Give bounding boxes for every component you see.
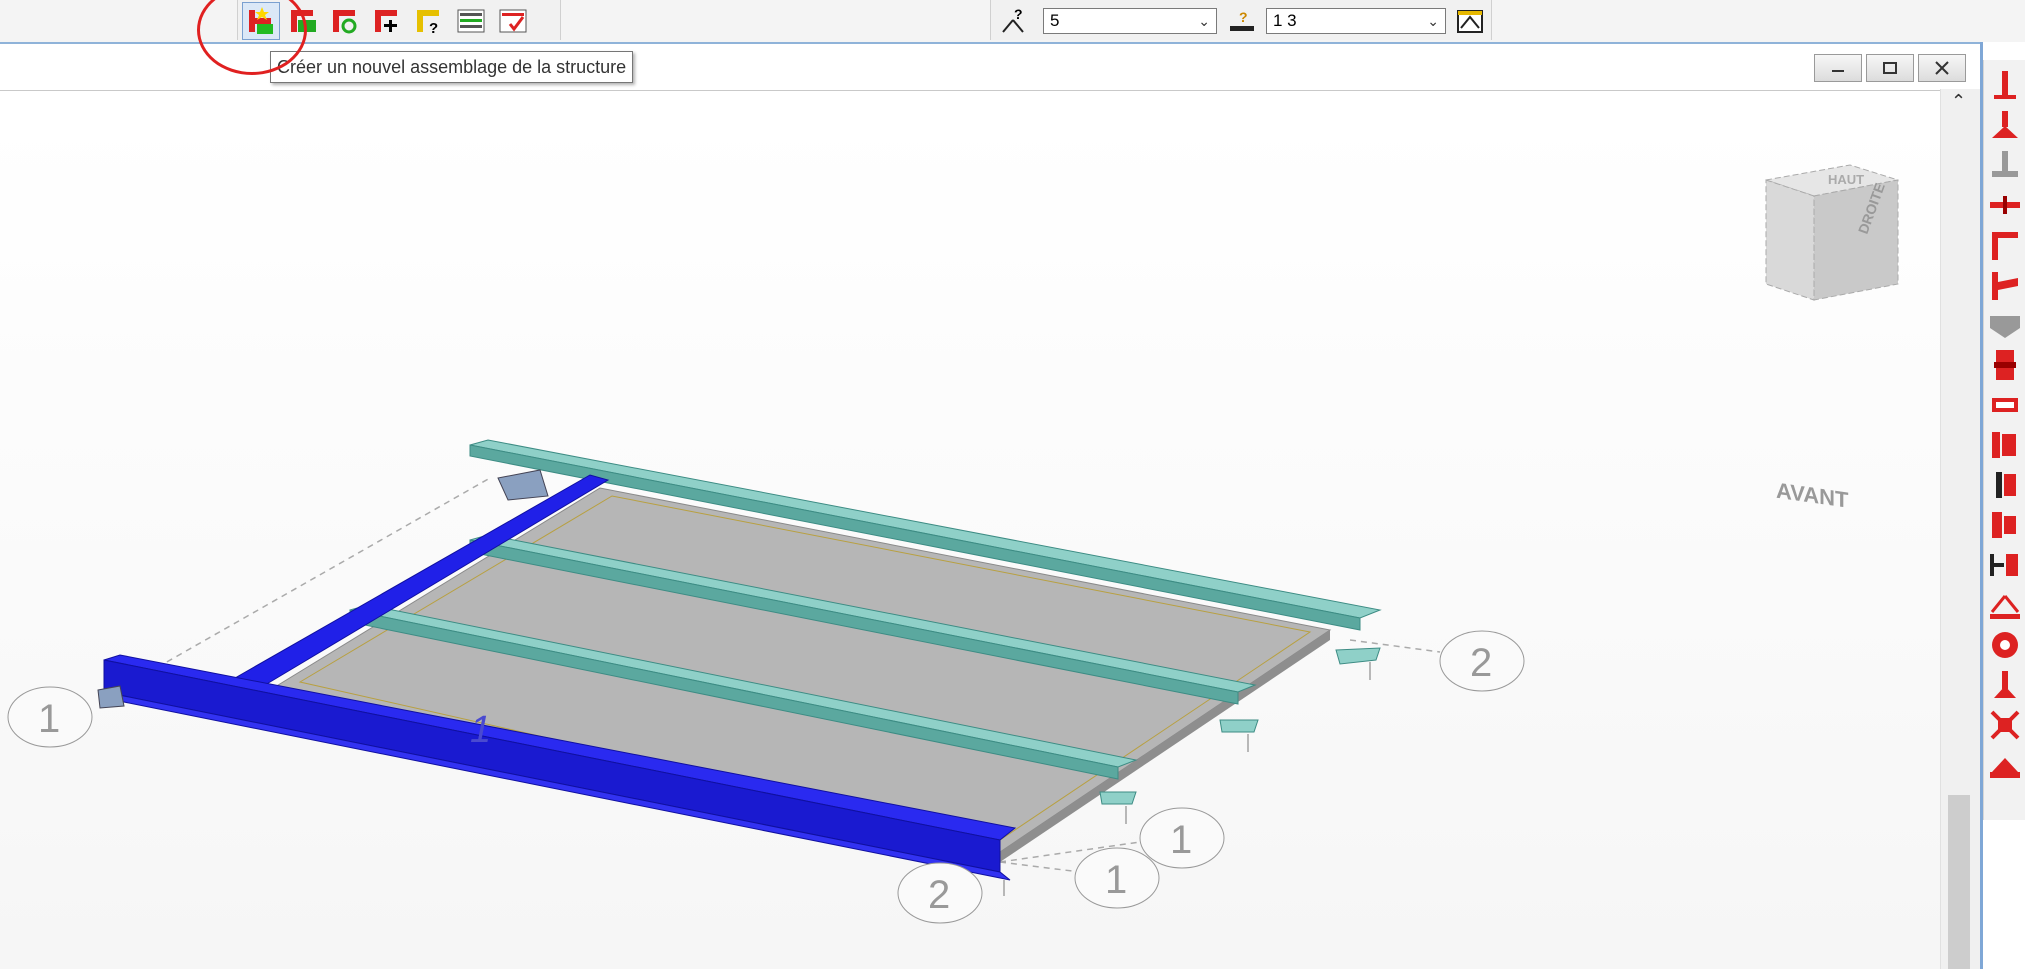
node-selection-button[interactable]: ? (995, 2, 1033, 40)
support-node[interactable] (97, 685, 125, 709)
close-icon (1935, 61, 1949, 75)
selection-toolbar: ? 5 ⌄ ? 1 3 ⌄ (990, 0, 1492, 40)
assembly-check-button[interactable] (494, 2, 532, 40)
svg-text:?: ? (1014, 6, 1023, 22)
restore-icon (1883, 62, 1897, 74)
cross-bracing-icon[interactable] (1988, 708, 2022, 742)
maximize-button[interactable] (1866, 54, 1914, 82)
assembly-query-button[interactable]: ? (410, 2, 448, 40)
pinned-base-icon[interactable] (1988, 108, 2022, 142)
support-node[interactable] (1099, 791, 1137, 805)
bracing-icon[interactable] (1988, 588, 2022, 622)
support-node[interactable] (497, 469, 549, 501)
assembly-refresh-button[interactable] (326, 2, 364, 40)
fixed-base-icon[interactable] (1988, 148, 2022, 182)
view-cube-right[interactable] (1813, 179, 1899, 301)
assembly-list-button[interactable] (452, 2, 490, 40)
beam-splice-icon[interactable] (1988, 188, 2022, 222)
knee-joint-icon[interactable] (1988, 228, 2022, 262)
node-bubble-label: 2 (928, 873, 950, 917)
view-cube[interactable]: AVANT DROITE HAUT (1765, 164, 1899, 513)
assembly-refresh-icon (333, 10, 357, 34)
tooltip: Créer un nouvel assemblage de la structu… (270, 51, 634, 83)
chevron-down-icon: ⌄ (1198, 13, 1210, 29)
beam-column-icon[interactable] (1988, 268, 2022, 302)
assembly-add-icon (375, 10, 397, 32)
bar-combo-value: 1 3 (1273, 11, 1297, 30)
view-cube-front[interactable] (1765, 179, 1815, 301)
node-bubble-label: 1 (38, 697, 60, 741)
dimension-line (999, 861, 1081, 873)
minimize-button[interactable] (1814, 54, 1862, 82)
view-cube-top-label: HAUT (1828, 172, 1864, 187)
column-base-icon[interactable] (1988, 68, 2022, 102)
structure-model[interactable]: 1 1 2 1 1 2 AVANT DROITE HAUT (0, 88, 1940, 969)
chevron-down-icon: ⌄ (1427, 13, 1439, 29)
column-splice-icon[interactable] (1988, 348, 2022, 382)
tube-joint-icon[interactable] (1988, 628, 2022, 662)
end-plate-icon[interactable] (1988, 508, 2022, 542)
multi-bracing-icon[interactable] (1988, 748, 2022, 782)
assembly-query-icon: ? (417, 10, 439, 36)
structure-view-button[interactable] (1451, 2, 1489, 40)
web-cleat-icon[interactable] (1988, 428, 2022, 462)
minimize-icon (1832, 70, 1844, 72)
bar-selection-combo[interactable]: 1 3 ⌄ (1266, 8, 1446, 34)
node-bubble-label: 2 (1470, 641, 1492, 685)
node-bubble-label: 1 (1105, 858, 1127, 902)
structure-view-icon (1457, 10, 1483, 33)
scrollbar-thumb[interactable] (1948, 795, 1970, 969)
bar-query-icon: ? (1230, 9, 1254, 31)
chevron-up-icon[interactable]: ⌃ (1951, 91, 1966, 112)
assembly-list-icon (457, 9, 485, 33)
ridge-joint-icon[interactable] (1988, 308, 2022, 342)
svg-text:?: ? (429, 20, 438, 36)
node-query-icon: ? (1002, 6, 1024, 33)
view-cube-front-label: AVANT (1776, 478, 1849, 513)
support-node[interactable] (1335, 647, 1381, 665)
assembly-add-button[interactable] (368, 2, 406, 40)
pinned-support-icon[interactable] (1988, 668, 2022, 702)
assembly-check-icon (499, 9, 527, 33)
close-button[interactable] (1918, 54, 1966, 82)
support-node[interactable] (1219, 719, 1259, 733)
beam-beam-icon[interactable] (1988, 548, 2022, 582)
member-label: 1 (470, 709, 491, 751)
node-bubble-label: 1 (1170, 818, 1192, 862)
flange-plate-icon[interactable] (1988, 388, 2022, 422)
double-beam-icon[interactable] (1988, 468, 2022, 502)
node-combo-value: 5 (1050, 11, 1060, 30)
svg-text:?: ? (1239, 9, 1248, 25)
connection-types-palette (1983, 60, 2025, 820)
node-selection-combo[interactable]: 5 ⌄ (1043, 8, 1217, 34)
bar-selection-button[interactable]: ? (1223, 2, 1261, 40)
